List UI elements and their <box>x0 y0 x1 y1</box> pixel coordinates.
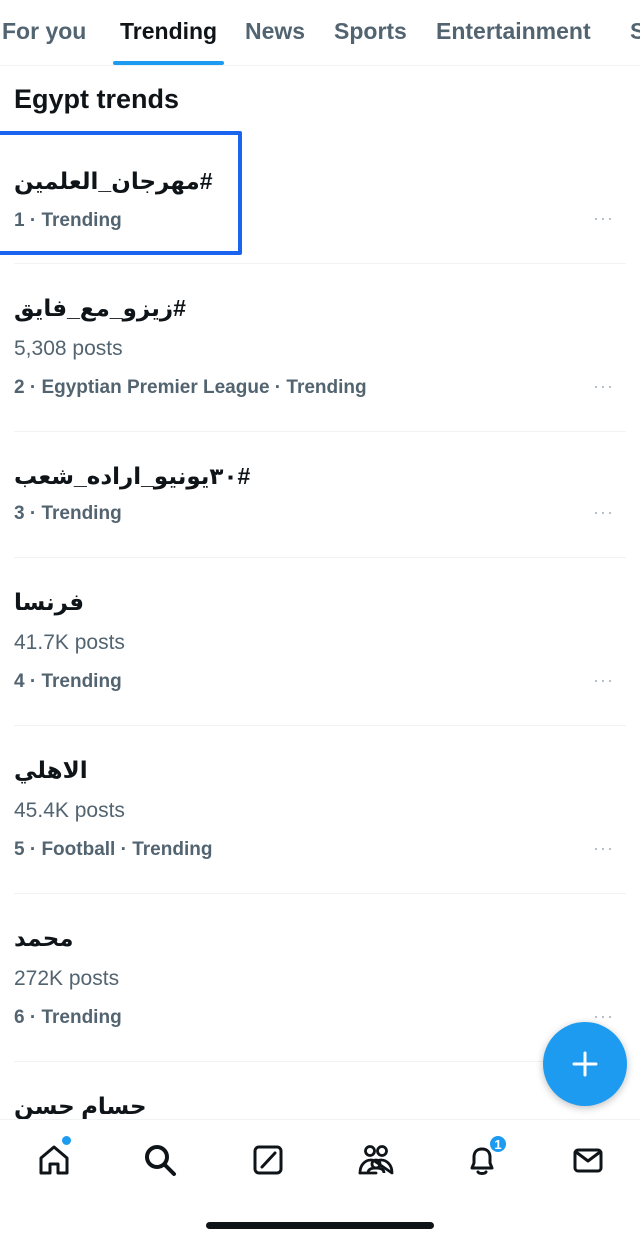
new-content-dot <box>62 1136 71 1145</box>
trend-post-count: 5,308 posts <box>14 337 123 360</box>
trend-name: #٣٠يونيو_اراده_شعب <box>14 463 251 489</box>
nav-messages[interactable] <box>568 1140 608 1180</box>
explore-tabs: For you Trending News Sports Entertainme… <box>0 0 640 66</box>
grok-icon <box>253 1145 283 1175</box>
nav-communities[interactable] <box>356 1140 396 1180</box>
trend-post-count: 45.4K posts <box>14 799 125 822</box>
trend-name: فرنسا <box>14 589 85 615</box>
compose-button[interactable] <box>543 1022 627 1106</box>
tab-partial[interactable]: S <box>630 18 640 45</box>
home-indicator <box>206 1222 434 1229</box>
trend-post-count: 41.7K posts <box>14 631 125 654</box>
nav-search[interactable] <box>140 1140 180 1180</box>
notification-badge: 1 <box>488 1134 508 1154</box>
home-icon <box>39 1145 69 1175</box>
search-icon <box>145 1145 176 1176</box>
selection-highlight-box <box>0 131 242 255</box>
tab-trending[interactable]: Trending <box>120 18 217 45</box>
more-options-icon[interactable]: ··· <box>593 502 614 523</box>
messages-icon <box>573 1148 603 1173</box>
trend-item-4[interactable]: فرنسا 41.7K posts 4 · Trending ··· <box>0 558 640 726</box>
trend-name: محمد <box>14 925 74 951</box>
more-options-icon[interactable]: ··· <box>593 376 614 397</box>
section-title: Egypt trends <box>14 84 180 114</box>
trend-name: #زيزو_مع_فايق <box>14 295 186 321</box>
tab-for-you[interactable]: For you <box>2 18 86 45</box>
more-options-icon[interactable]: ··· <box>593 670 614 691</box>
trend-meta: 4 · Trending <box>14 671 122 692</box>
trend-name: الاهلي <box>14 757 88 783</box>
plus-icon <box>572 1051 598 1077</box>
trend-meta: 5 · Football · Trending <box>14 839 213 860</box>
nav-grok[interactable] <box>248 1140 288 1180</box>
more-options-icon[interactable]: ··· <box>593 838 614 859</box>
active-tab-indicator <box>113 61 224 65</box>
nav-notifications[interactable]: 1 <box>462 1134 508 1180</box>
trend-item-3[interactable]: #٣٠يونيو_اراده_شعب 3 · Trending ··· <box>0 432 640 558</box>
trend-meta: 2 · Egyptian Premier League · Trending <box>14 377 367 398</box>
trend-meta: 6 · Trending <box>14 1007 122 1028</box>
trend-name: حسام حسن <box>14 1093 147 1119</box>
communities-icon <box>358 1145 394 1175</box>
trend-item-6[interactable]: محمد 272K posts 6 · Trending ··· <box>0 894 640 1062</box>
trend-item-5[interactable]: الاهلي 45.4K posts 5 · Football · Trendi… <box>0 726 640 894</box>
tab-entertainment[interactable]: Entertainment <box>436 18 591 45</box>
trend-meta: 3 · Trending <box>14 503 122 524</box>
more-options-icon[interactable]: ··· <box>593 208 614 229</box>
trend-item-2[interactable]: #زيزو_مع_فايق 5,308 posts 2 · Egyptian P… <box>0 264 640 432</box>
tab-sports[interactable]: Sports <box>334 18 407 45</box>
trend-post-count: 272K posts <box>14 967 120 990</box>
nav-home[interactable] <box>34 1136 74 1180</box>
tab-news[interactable]: News <box>245 18 305 45</box>
